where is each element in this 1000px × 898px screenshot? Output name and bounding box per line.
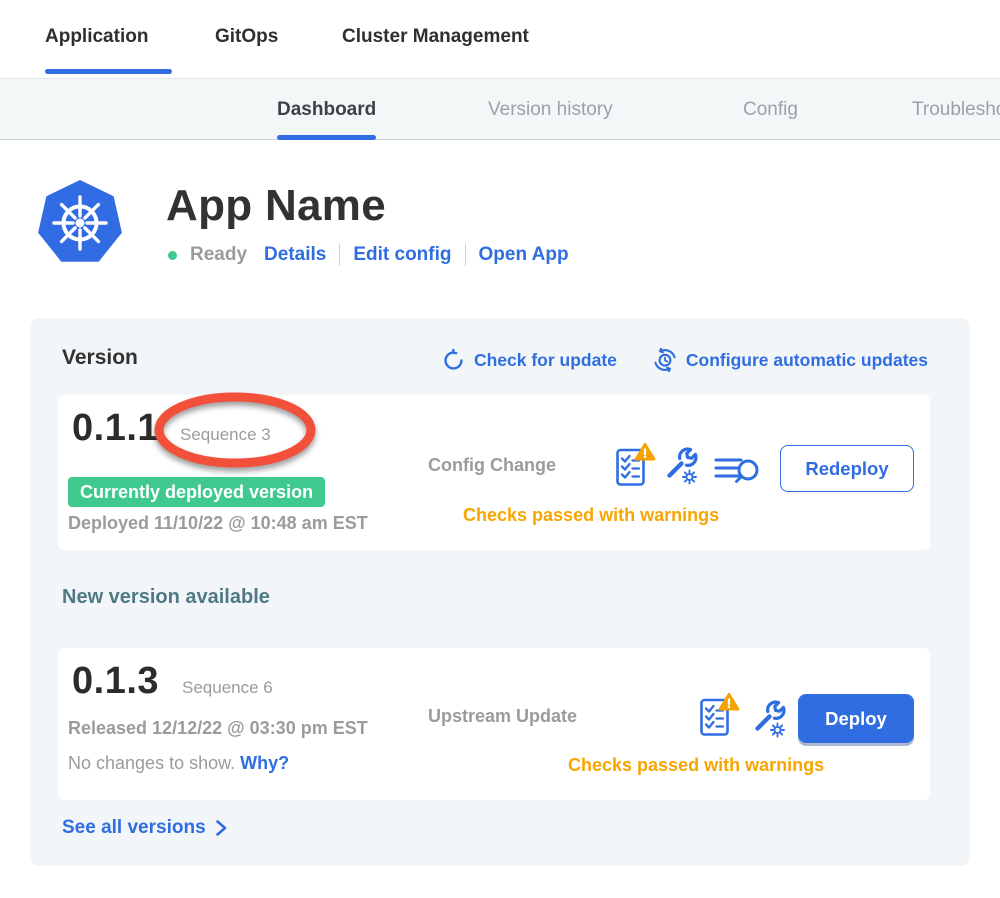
deployed-timestamp: Deployed 11/10/22 @ 10:48 am EST bbox=[68, 513, 368, 534]
edit-config-link[interactable]: Edit config bbox=[353, 244, 451, 266]
preflight-checks-icon[interactable] bbox=[698, 692, 740, 738]
status-text: Ready bbox=[190, 244, 247, 266]
redeploy-button[interactable]: Redeploy bbox=[780, 445, 914, 492]
version-panel: Version Check for update bbox=[30, 318, 970, 866]
edit-config-icon[interactable] bbox=[748, 700, 786, 738]
app-status-row: Ready Details Edit config Open App bbox=[168, 242, 569, 268]
top-nav: Application GitOps Cluster Management bbox=[0, 0, 1000, 78]
admin-console-page: Application GitOps Cluster Management Da… bbox=[0, 0, 1000, 898]
new-version-heading: New version available bbox=[62, 586, 270, 609]
version-panel-actions: Check for update Confi bbox=[442, 348, 928, 372]
no-changes-text: No changes to show. Why? bbox=[68, 753, 289, 774]
auto-update-icon bbox=[653, 348, 677, 372]
deploy-button[interactable]: Deploy bbox=[798, 694, 914, 743]
check-for-update-link[interactable]: Check for update bbox=[442, 348, 617, 372]
top-nav-item-gitops[interactable]: GitOps bbox=[215, 0, 278, 74]
page-title: App Name bbox=[166, 181, 386, 231]
check-for-update-label: Check for update bbox=[474, 350, 617, 371]
see-all-versions-label: See all versions bbox=[62, 817, 206, 839]
current-version-source: Config Change bbox=[428, 455, 556, 476]
preflight-checks-note: Checks passed with warnings bbox=[463, 505, 719, 526]
edit-config-icon[interactable] bbox=[660, 447, 698, 485]
details-link[interactable]: Details bbox=[264, 244, 326, 266]
top-nav-item-cluster-management[interactable]: Cluster Management bbox=[342, 0, 529, 74]
current-version-sequence: Sequence 3 bbox=[180, 425, 271, 445]
version-panel-title: Version bbox=[62, 346, 138, 370]
open-app-link[interactable]: Open App bbox=[479, 244, 569, 266]
tab-dashboard[interactable]: Dashboard bbox=[277, 79, 376, 140]
deployed-badge: Currently deployed version bbox=[68, 477, 325, 507]
available-version-source: Upstream Update bbox=[428, 706, 577, 727]
available-version-card: 0.1.3 Sequence 6 Released 12/12/22 @ 03:… bbox=[58, 648, 930, 800]
configure-auto-updates-link[interactable]: Configure automatic updates bbox=[653, 348, 928, 372]
kubernetes-logo bbox=[35, 178, 125, 273]
status-dot bbox=[168, 251, 177, 260]
preflight-checks-note: Checks passed with warnings bbox=[568, 755, 824, 776]
top-nav-item-application[interactable]: Application bbox=[45, 0, 148, 74]
available-version-number: 0.1.3 bbox=[72, 660, 159, 703]
available-version-sequence: Sequence 6 bbox=[182, 678, 273, 698]
tab-config[interactable]: Config bbox=[743, 79, 798, 140]
configure-auto-updates-label: Configure automatic updates bbox=[686, 350, 928, 371]
released-timestamp: Released 12/12/22 @ 03:30 pm EST bbox=[68, 718, 368, 739]
preflight-checks-icon[interactable] bbox=[614, 442, 656, 488]
view-diff-icon[interactable] bbox=[714, 455, 760, 487]
refresh-icon bbox=[442, 349, 465, 372]
tab-version-history[interactable]: Version history bbox=[488, 79, 613, 140]
divider bbox=[465, 244, 466, 266]
current-version-card: 0.1.1 Sequence 3 Currently deployed vers… bbox=[58, 395, 930, 550]
no-changes-label: No changes to show. bbox=[68, 753, 235, 773]
app-sub-nav: Dashboard Version history Config Trouble… bbox=[0, 78, 1000, 140]
chevron-right-icon bbox=[215, 819, 228, 837]
see-all-versions-link[interactable]: See all versions bbox=[62, 817, 228, 839]
current-version-number: 0.1.1 bbox=[72, 407, 159, 450]
divider bbox=[339, 244, 340, 266]
why-link[interactable]: Why? bbox=[240, 753, 289, 773]
tab-troubleshoot[interactable]: Troubleshoot bbox=[912, 79, 1000, 140]
